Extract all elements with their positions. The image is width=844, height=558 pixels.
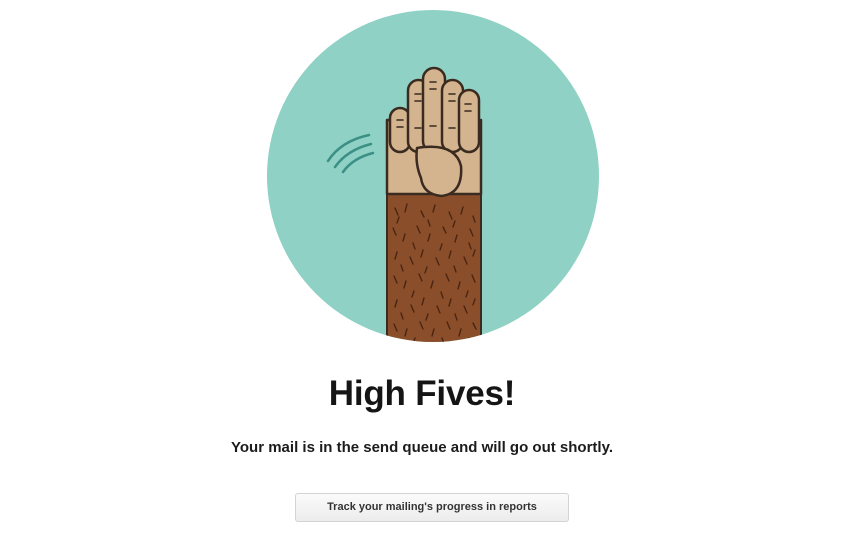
send-queue-message: Your mail is in the send queue and will …: [231, 439, 613, 456]
extra-finger: [457, 88, 481, 154]
high-fives-confirmation-page: High Fives! Your mail is in the send que…: [0, 0, 844, 558]
track-progress-button[interactable]: Track your mailing's progress in reports: [295, 493, 569, 522]
high-five-hand-icon: [267, 10, 599, 342]
furry-arm: [387, 194, 481, 342]
page-title: High Fives!: [328, 374, 516, 413]
high-five-illustration: [265, 8, 601, 348]
